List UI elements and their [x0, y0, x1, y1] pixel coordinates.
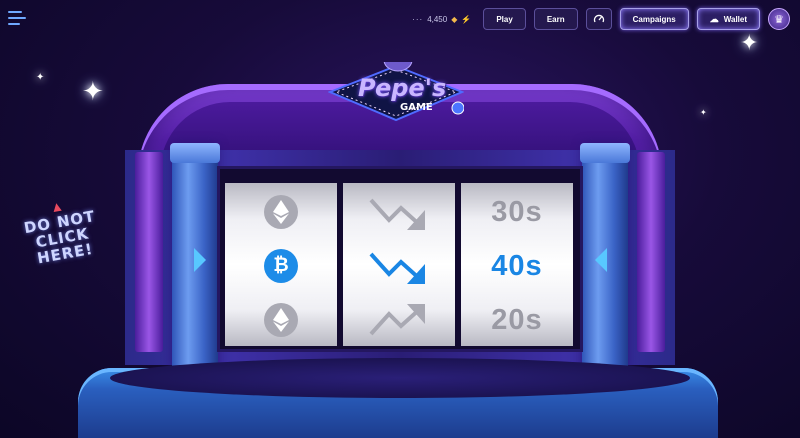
do-not-click-warning[interactable]: ▲ DO NOT CLICK HERE!	[1, 189, 120, 271]
time-label-selected: 40s	[491, 249, 543, 282]
machine-base-top	[110, 358, 690, 398]
bitcoin-symbol: ₿	[273, 255, 289, 276]
reel-cell[interactable]: 30s	[461, 185, 573, 239]
reel-cell-selected[interactable]	[343, 239, 455, 293]
ethereum-icon	[264, 303, 298, 337]
reel-cell[interactable]	[225, 185, 337, 239]
lightning-icon: ⚡	[461, 14, 472, 24]
machine-side-left	[135, 152, 163, 352]
balance-amount: 4,450	[427, 14, 448, 24]
earn-button-label: Earn	[546, 14, 565, 24]
speedometer-icon	[593, 14, 604, 23]
trend-down-icon	[369, 252, 425, 284]
sparkle-star: ✦	[82, 76, 104, 106]
play-button-label: Play	[496, 14, 513, 24]
trend-down-icon	[369, 198, 425, 230]
left-arrow-button[interactable]	[194, 248, 206, 272]
time-label: 30s	[491, 195, 543, 228]
earn-button[interactable]: Earn	[533, 8, 578, 30]
logo-subtitle: GAME	[400, 102, 433, 113]
wallet-button-label: Wallet	[723, 14, 747, 24]
avatar[interactable]: ♛	[768, 8, 790, 30]
reel-cell-selected[interactable]: 40s	[461, 239, 573, 293]
logo-title: Pepe's	[358, 74, 447, 102]
reel-cell[interactable]	[225, 293, 337, 347]
wallet-icon: ☁	[709, 13, 719, 24]
bitcoin-icon: ₿	[264, 249, 298, 283]
reel-cell[interactable]	[343, 185, 455, 239]
right-arrow-button[interactable]	[595, 248, 607, 272]
campaigns-button[interactable]: Campaigns	[619, 8, 689, 30]
reel-cell-selected[interactable]: ₿	[225, 239, 337, 293]
reel-cell[interactable]	[343, 293, 455, 347]
coin-reel[interactable]: ₿	[225, 183, 337, 346]
play-button[interactable]: Play	[483, 8, 526, 30]
balance-display: ··· 4,450 ◆ ⚡	[412, 15, 471, 24]
reel-cell[interactable]: 20s	[461, 293, 573, 347]
campaigns-button-label: Campaigns	[632, 14, 676, 24]
pepes-game-logo: Pepe's GAME	[328, 62, 464, 122]
speedometer-button[interactable]	[585, 8, 612, 30]
machine-side-right	[637, 152, 665, 352]
sparkle-star: ✦	[36, 72, 45, 83]
top-navigation: ··· 4,450 ◆ ⚡ Play Earn Campaigns ☁ Wall…	[412, 8, 790, 30]
trend-up-icon	[369, 304, 425, 336]
crown-icon: ♛	[774, 13, 784, 26]
more-dots-icon[interactable]: ···	[412, 15, 423, 24]
wallet-button[interactable]: ☁ Wallet	[696, 8, 760, 30]
menu-icon[interactable]	[8, 10, 26, 26]
coin-stack-icon: ◆	[451, 14, 458, 24]
ethereum-icon	[264, 195, 298, 229]
sparkle-star: ✦	[740, 30, 759, 55]
time-reel[interactable]: 30s 40s 20s	[461, 183, 573, 346]
direction-reel[interactable]	[343, 183, 455, 346]
time-label: 20s	[491, 303, 543, 336]
sparkle-star: ✦	[700, 108, 707, 117]
